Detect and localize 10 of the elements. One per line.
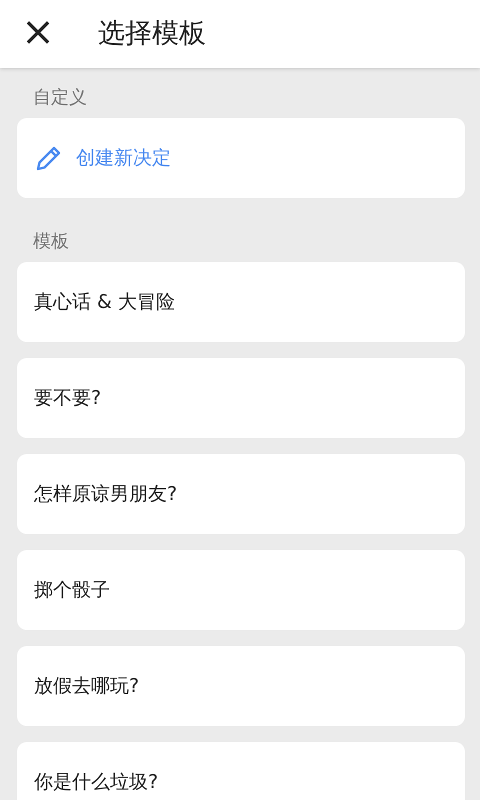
- template-item[interactable]: 你是什么垃圾?: [17, 742, 465, 800]
- template-item[interactable]: 放假去哪玩?: [17, 646, 465, 726]
- template-item[interactable]: 要不要?: [17, 358, 465, 438]
- section-label: 模板: [32, 230, 70, 254]
- template-item[interactable]: 怎样原谅男朋友?: [17, 454, 465, 534]
- template-item[interactable]: 真心话 & 大冒险: [17, 262, 465, 342]
- section-label: 自定义: [32, 86, 88, 110]
- close-button[interactable]: ×: [0, 0, 76, 68]
- page-title: 选择模板: [98, 16, 206, 51]
- template-item[interactable]: 掷个骰子: [17, 550, 465, 630]
